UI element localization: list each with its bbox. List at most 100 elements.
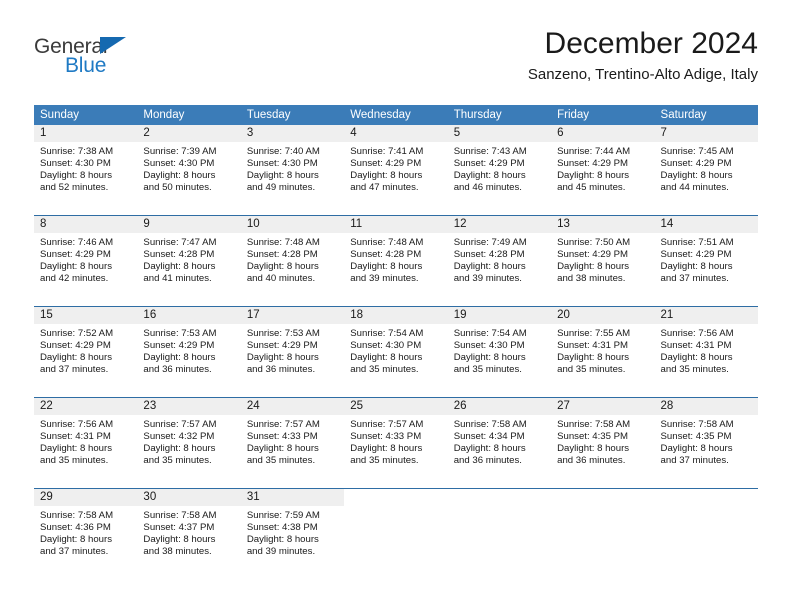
calendar-day-cell[interactable]: 18 Sunrise: 7:54 AM Sunset: 4:30 PM Dayligh… bbox=[344, 306, 448, 398]
calendar-week-row: 8 Sunrise: 7:46 AM Sunset: 4:29 PM Daylight… bbox=[34, 215, 758, 307]
day-number: 9 bbox=[137, 216, 241, 233]
day-number bbox=[551, 489, 654, 506]
sunset-text: Sunset: 4:31 PM bbox=[660, 340, 732, 352]
calendar-day-cell[interactable]: 11 Sunrise: 7:48 AM Sunset: 4:28 PM Dayligh… bbox=[344, 215, 448, 307]
triangle-icon bbox=[100, 37, 126, 54]
sunrise-text: Sunrise: 7:56 AM bbox=[40, 419, 114, 430]
calendar-day-cell[interactable]: 4 Sunrise: 7:41 AM Sunset: 4:29 PM Daylight… bbox=[344, 125, 448, 216]
day-details: Sunrise: 7:56 AM Sunset: 4:31 PM Daylight:… bbox=[655, 324, 758, 376]
daylight-text-line1: Daylight: 8 hours bbox=[660, 261, 733, 273]
calendar-day-cell[interactable]: 14 Sunrise: 7:51 AM Sunset: 4:29 PM Dayligh… bbox=[654, 215, 758, 307]
daylight-text-line2: and 35 minutes. bbox=[246, 455, 316, 467]
calendar-day-cell[interactable]: 17 Sunrise: 7:53 AM Sunset: 4:29 PM Dayligh… bbox=[240, 306, 345, 398]
sunset-text: Sunset: 4:36 PM bbox=[40, 522, 111, 534]
calendar-day-cell[interactable]: 21 Sunrise: 7:56 AM Sunset: 4:31 PM Dayligh… bbox=[654, 306, 758, 398]
calendar-day-cell[interactable]: 28 Sunrise: 7:58 AM Sunset: 4:35 PM Dayligh… bbox=[654, 397, 758, 489]
daylight-text-line1: Daylight: 8 hours bbox=[246, 534, 319, 546]
calendar-day-cell[interactable]: 31 Sunrise: 7:59 AM Sunset: 4:38 PM Dayligh… bbox=[240, 488, 345, 579]
daylight-text-line1: Daylight: 8 hours bbox=[350, 261, 423, 273]
calendar-day-cell-empty bbox=[551, 488, 655, 579]
daylight-text-line1: Daylight: 8 hours bbox=[246, 352, 319, 364]
sunrise-text: Sunrise: 7:57 AM bbox=[143, 419, 217, 430]
daylight-text-line2: and 52 minutes. bbox=[40, 182, 109, 194]
day-details: Sunrise: 7:49 AM Sunset: 4:28 PM Daylight:… bbox=[448, 233, 551, 285]
day-details: Sunrise: 7:58 AM Sunset: 4:35 PM Daylight:… bbox=[551, 415, 654, 467]
weekday-header-row: Sunday Monday Tuesday Wednesday Thursday… bbox=[34, 105, 758, 125]
daylight-text-line2: and 35 minutes. bbox=[350, 455, 419, 467]
calendar-day-cell[interactable]: 15 Sunrise: 7:52 AM Sunset: 4:29 PM Dayligh… bbox=[34, 306, 138, 398]
sunset-text: Sunset: 4:29 PM bbox=[40, 340, 111, 352]
daylight-text-line1: Daylight: 8 hours bbox=[660, 352, 733, 364]
day-details: Sunrise: 7:57 AM Sunset: 4:33 PM Daylight:… bbox=[241, 415, 344, 467]
sunset-text: Sunset: 4:30 PM bbox=[350, 340, 422, 352]
daylight-text-line2: and 38 minutes. bbox=[557, 273, 626, 285]
sunrise-text: Sunrise: 7:58 AM bbox=[143, 510, 217, 521]
daylight-text-line2: and 46 minutes. bbox=[453, 182, 522, 194]
day-details: Sunrise: 7:39 AM Sunset: 4:30 PM Daylight:… bbox=[137, 142, 240, 194]
calendar-day-cell[interactable]: 27 Sunrise: 7:58 AM Sunset: 4:35 PM Dayligh… bbox=[551, 397, 655, 489]
calendar-day-cell[interactable]: 26 Sunrise: 7:58 AM Sunset: 4:34 PM Dayligh… bbox=[447, 397, 552, 489]
sunset-text: Sunset: 4:29 PM bbox=[660, 249, 732, 261]
day-number: 7 bbox=[654, 125, 758, 142]
calendar-day-cell[interactable]: 7 Sunrise: 7:45 AM Sunset: 4:29 PM Daylight… bbox=[654, 125, 758, 216]
calendar-day-cell[interactable]: 8 Sunrise: 7:46 AM Sunset: 4:29 PM Daylight… bbox=[34, 215, 138, 307]
calendar-day-cell[interactable]: 29 Sunrise: 7:58 AM Sunset: 4:36 PM Dayligh… bbox=[34, 488, 138, 579]
calendar-day-cell[interactable]: 3 Sunrise: 7:40 AM Sunset: 4:30 PM Daylight… bbox=[240, 125, 345, 216]
calendar-day-cell[interactable]: 25 Sunrise: 7:57 AM Sunset: 4:33 PM Dayligh… bbox=[344, 397, 448, 489]
sunset-text: Sunset: 4:34 PM bbox=[453, 431, 525, 443]
day-number: 2 bbox=[137, 125, 241, 142]
sunrise-text: Sunrise: 7:58 AM bbox=[40, 510, 114, 521]
sunrise-text: Sunrise: 7:51 AM bbox=[660, 237, 734, 248]
calendar-day-cell[interactable]: 30 Sunrise: 7:58 AM Sunset: 4:37 PM Dayligh… bbox=[137, 488, 241, 579]
daylight-text-line2: and 45 minutes. bbox=[557, 182, 626, 194]
calendar-day-cell[interactable]: 5 Sunrise: 7:43 AM Sunset: 4:29 PM Daylight… bbox=[447, 125, 552, 216]
daylight-text-line1: Daylight: 8 hours bbox=[453, 352, 526, 364]
calendar-day-cell[interactable]: 22 Sunrise: 7:56 AM Sunset: 4:31 PM Dayligh… bbox=[34, 397, 138, 489]
calendar-day-cell[interactable]: 12 Sunrise: 7:49 AM Sunset: 4:28 PM Dayligh… bbox=[447, 215, 552, 307]
sunrise-text: Sunrise: 7:57 AM bbox=[350, 419, 424, 430]
sunrise-text: Sunrise: 7:45 AM bbox=[660, 146, 734, 157]
day-number: 25 bbox=[344, 398, 448, 415]
calendar-day-cell[interactable]: 24 Sunrise: 7:57 AM Sunset: 4:33 PM Dayligh… bbox=[240, 397, 345, 489]
calendar-day-cell[interactable]: 16 Sunrise: 7:53 AM Sunset: 4:29 PM Dayligh… bbox=[137, 306, 241, 398]
daylight-text-line1: Daylight: 8 hours bbox=[660, 443, 733, 455]
page-subtitle: Sanzeno, Trentino-Alto Adige, Italy bbox=[527, 66, 758, 84]
calendar-day-cell[interactable]: 1 Sunrise: 7:38 AM Sunset: 4:30 PM Daylight… bbox=[34, 125, 138, 216]
calendar-day-cell[interactable]: 6 Sunrise: 7:44 AM Sunset: 4:29 PM Daylight… bbox=[551, 125, 655, 216]
day-details: Sunrise: 7:58 AM Sunset: 4:36 PM Daylight:… bbox=[34, 506, 137, 558]
day-details: Sunrise: 7:38 AM Sunset: 4:30 PM Daylight:… bbox=[34, 142, 137, 194]
sunrise-text: Sunrise: 7:57 AM bbox=[246, 419, 320, 430]
calendar-day-cell-empty bbox=[344, 488, 448, 579]
day-number: 27 bbox=[551, 398, 655, 415]
calendar-day-cell[interactable]: 19 Sunrise: 7:54 AM Sunset: 4:30 PM Dayligh… bbox=[447, 306, 552, 398]
day-details: Sunrise: 7:50 AM Sunset: 4:29 PM Daylight:… bbox=[551, 233, 654, 285]
daylight-text-line2: and 38 minutes. bbox=[143, 546, 212, 558]
sunset-text: Sunset: 4:35 PM bbox=[660, 431, 732, 443]
calendar-day-cell[interactable]: 10 Sunrise: 7:48 AM Sunset: 4:28 PM Dayligh… bbox=[240, 215, 345, 307]
sunset-text: Sunset: 4:29 PM bbox=[660, 158, 732, 170]
logo-text-blue: Blue bbox=[65, 54, 107, 77]
sunset-text: Sunset: 4:28 PM bbox=[143, 249, 215, 261]
day-number bbox=[448, 489, 551, 506]
day-details: Sunrise: 7:57 AM Sunset: 4:33 PM Daylight:… bbox=[344, 415, 447, 467]
sunset-text: Sunset: 4:31 PM bbox=[40, 431, 111, 443]
sunrise-text: Sunrise: 7:39 AM bbox=[143, 146, 217, 157]
daylight-text-line1: Daylight: 8 hours bbox=[350, 170, 423, 182]
sunrise-text: Sunrise: 7:55 AM bbox=[557, 328, 631, 339]
calendar-day-cell[interactable]: 13 Sunrise: 7:50 AM Sunset: 4:29 PM Dayligh… bbox=[551, 215, 655, 307]
daylight-text-line2: and 42 minutes. bbox=[40, 273, 109, 285]
sunset-text: Sunset: 4:29 PM bbox=[246, 340, 318, 352]
sunrise-text: Sunrise: 7:54 AM bbox=[350, 328, 424, 339]
sunrise-text: Sunrise: 7:58 AM bbox=[557, 419, 631, 430]
calendar-day-cell[interactable]: 23 Sunrise: 7:57 AM Sunset: 4:32 PM Dayligh… bbox=[137, 397, 241, 489]
day-number: 23 bbox=[137, 398, 241, 415]
calendar-day-cell[interactable]: 20 Sunrise: 7:55 AM Sunset: 4:31 PM Dayligh… bbox=[551, 306, 655, 398]
day-number: 11 bbox=[344, 216, 448, 233]
sunrise-text: Sunrise: 7:58 AM bbox=[660, 419, 734, 430]
day-details: Sunrise: 7:54 AM Sunset: 4:30 PM Daylight:… bbox=[344, 324, 447, 376]
day-number: 4 bbox=[344, 125, 448, 142]
sunrise-text: Sunrise: 7:48 AM bbox=[246, 237, 320, 248]
calendar-day-cell[interactable]: 9 Sunrise: 7:47 AM Sunset: 4:28 PM Daylight… bbox=[137, 215, 241, 307]
calendar-day-cell[interactable]: 2 Sunrise: 7:39 AM Sunset: 4:30 PM Daylight… bbox=[137, 125, 241, 216]
day-details: Sunrise: 7:41 AM Sunset: 4:29 PM Daylight:… bbox=[344, 142, 447, 194]
